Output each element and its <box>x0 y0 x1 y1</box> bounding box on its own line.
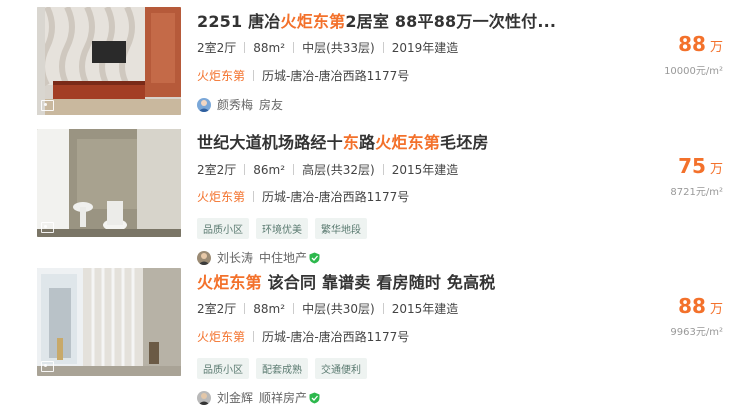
agent-company: 房友 <box>259 98 284 112</box>
agent-info[interactable]: 刘长涛 中住地产 <box>197 249 320 266</box>
photo-gallery-icon <box>41 361 54 372</box>
total-price: 75 万 <box>678 154 723 178</box>
address-text: 历城-唐冶-唐冶西路1177号 <box>262 330 410 344</box>
floor-level: 高层(共32层) <box>302 163 375 177</box>
tag: 环境优美 <box>256 218 308 239</box>
tag: 交通便利 <box>315 358 367 379</box>
room-layout: 2室2厅 <box>197 302 237 316</box>
agent-info[interactable]: 刘金辉 顺祥房产 <box>197 389 320 406</box>
divider <box>382 164 384 175</box>
listing-title[interactable]: 世纪大道机场路经十东路火炬东第毛坯房 <box>197 129 489 153</box>
divider <box>293 42 295 53</box>
listing-photo[interactable] <box>37 268 181 376</box>
listing-info: 2室2厅 86m² 高层(共32层) 2015年建造 <box>197 161 458 178</box>
verified-shield-icon <box>309 392 320 404</box>
address-text: 历城-唐冶-唐冶西路1177号 <box>262 69 410 83</box>
community-link[interactable]: 火炬东第 <box>197 328 245 345</box>
unit-price: 8721元/m² <box>670 187 723 198</box>
listing-address: 火炬东第 历城-唐冶-唐冶西路1177号 <box>197 188 409 205</box>
room-layout: 2室2厅 <box>197 41 237 55</box>
listing-info: 2室2厅 88m² 中层(共30层) 2015年建造 <box>197 300 458 317</box>
title-text: 路 <box>359 133 376 152</box>
agent-name: 刘金辉 <box>217 391 254 405</box>
price-value: 88 <box>678 294 706 318</box>
agent-avatar <box>197 390 211 405</box>
listing-info: 2室2厅 88m² 中层(共33层) 2019年建造 <box>197 39 458 56</box>
price-value: 88 <box>678 32 706 56</box>
divider <box>244 164 246 175</box>
listing-address: 火炬东第 历城-唐冶-唐冶西路1177号 <box>197 328 409 345</box>
listing-address: 火炬东第 历城-唐冶-唐冶西路1177号 <box>197 67 409 84</box>
divider <box>382 42 384 53</box>
agent-company: 中住地产 <box>259 251 308 265</box>
price-unit: 万 <box>709 162 723 177</box>
title-text: 世纪大道机场路经十 <box>197 133 343 152</box>
divider <box>244 303 246 314</box>
community-link[interactable]: 火炬东第 <box>197 188 245 205</box>
title-text: 毛坯房 <box>440 133 489 152</box>
living-room-photo <box>37 7 181 115</box>
agent-avatar <box>197 250 211 265</box>
total-price: 88 万 <box>678 294 723 318</box>
floor-area: 86m² <box>253 162 286 177</box>
floor-area: 88m² <box>253 40 286 55</box>
community-link[interactable]: 火炬东第 <box>197 67 245 84</box>
floor-level: 中层(共30层) <box>302 302 375 316</box>
divider <box>244 42 246 53</box>
title-text: 该合同 靠谱卖 看房随时 免高税 <box>261 273 496 292</box>
title-highlight: 火炬东第 <box>375 133 441 152</box>
divider <box>253 70 255 81</box>
room-layout: 2室2厅 <box>197 163 237 177</box>
listing-title[interactable]: 2251 唐冶火炬东第2居室 88平88万一次性付... <box>197 8 556 32</box>
tag: 品质小区 <box>197 218 249 239</box>
listing-title[interactable]: 火炬东第 该合同 靠谱卖 看房随时 免高税 <box>197 269 496 293</box>
agent-avatar <box>197 97 211 112</box>
unit-price: 9963元/m² <box>670 327 723 338</box>
price-unit: 万 <box>709 302 723 317</box>
window-balcony-photo <box>37 268 181 376</box>
agent-name: 刘长涛 <box>217 251 254 265</box>
bathroom-photo <box>37 129 181 237</box>
tag: 繁华地段 <box>315 218 367 239</box>
price-value: 75 <box>678 154 706 178</box>
divider <box>293 164 295 175</box>
build-year: 2015年建造 <box>391 302 459 316</box>
tag-list: 品质小区 环境优美 繁华地段 <box>197 218 367 239</box>
photo-gallery-icon <box>41 222 54 233</box>
tag: 品质小区 <box>197 358 249 379</box>
build-year: 2019年建造 <box>391 41 459 55</box>
agent-info[interactable]: 颜秀梅 房友 <box>197 96 283 113</box>
title-text: 2251 唐冶 <box>197 12 281 31</box>
tag-list: 品质小区 配套成熟 交通便利 <box>197 358 367 379</box>
divider <box>382 303 384 314</box>
divider <box>253 191 255 202</box>
unit-price: 10000元/m² <box>664 66 723 77</box>
title-text: 2居室 88平88万一次性付... <box>345 12 557 31</box>
total-price: 88 万 <box>678 32 723 56</box>
agent-name: 颜秀梅 <box>217 98 254 112</box>
title-highlight: 火炬东第 <box>280 12 346 31</box>
tag: 配套成熟 <box>256 358 308 379</box>
address-text: 历城-唐冶-唐冶西路1177号 <box>262 190 410 204</box>
verified-shield-icon <box>309 252 320 264</box>
divider <box>293 303 295 314</box>
divider <box>253 331 255 342</box>
floor-area: 88m² <box>253 301 286 316</box>
price-unit: 万 <box>709 40 723 55</box>
build-year: 2015年建造 <box>391 163 459 177</box>
title-highlight: 东 <box>342 133 360 152</box>
agent-company: 顺祥房产 <box>259 391 308 405</box>
title-highlight: 火炬东第 <box>197 273 262 292</box>
photo-gallery-icon <box>41 100 54 111</box>
floor-level: 中层(共33层) <box>302 41 375 55</box>
listing-photo[interactable] <box>37 129 181 237</box>
listing-photo[interactable] <box>37 7 181 115</box>
